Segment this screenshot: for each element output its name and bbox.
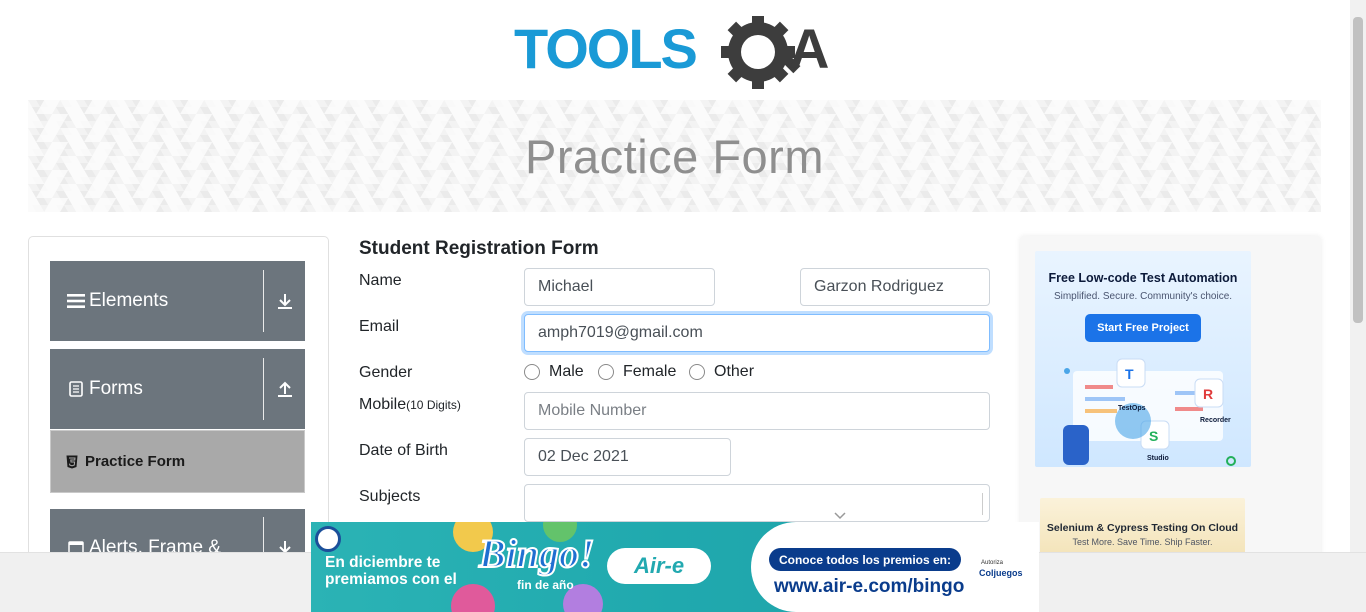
svg-text:A: A xyxy=(789,17,829,80)
svg-text:R: R xyxy=(1203,386,1213,402)
start-free-project-button[interactable]: Start Free Project xyxy=(1085,314,1201,342)
gender-radio-female[interactable]: Female xyxy=(598,363,676,381)
name-label: Name xyxy=(359,272,402,289)
air-e-logo: Air-e xyxy=(607,548,711,584)
radio-circle[interactable] xyxy=(689,364,705,380)
right-ad-column: Free Low-code Test Automation Simplified… xyxy=(1020,236,1321,566)
date-of-birth-input[interactable] xyxy=(524,438,731,476)
mobile-input[interactable] xyxy=(524,392,990,430)
last-name-input[interactable] xyxy=(800,268,990,306)
ad-subtitle: Simplified. Secure. Community's choice. xyxy=(1053,291,1233,302)
ad-tag: TestOps xyxy=(1118,405,1146,412)
svg-text:S: S xyxy=(1149,428,1158,444)
radio-label: Other xyxy=(714,363,755,380)
page-banner: Practice Form xyxy=(28,100,1321,212)
svg-text:TOOLS: TOOLS xyxy=(514,17,697,80)
sidebar: Elements Forms Practice Form Alerts, Fra… xyxy=(28,236,329,566)
separator xyxy=(982,493,983,515)
sidebar-item-practice-form[interactable]: Practice Form xyxy=(50,430,305,493)
mobile-hint: (10 Digits) xyxy=(406,398,461,412)
ad-cta: Conoce todos los premios en: xyxy=(769,548,961,571)
scrollbar-thumb[interactable] xyxy=(1353,17,1363,323)
download-arrow-icon[interactable] xyxy=(264,292,305,310)
gender-radio-male[interactable]: Male xyxy=(524,363,584,381)
ad-subtitle: Test More. Save Time. Ship Faster. xyxy=(1072,537,1213,547)
upload-arrow-icon[interactable] xyxy=(264,380,305,398)
page-title: Practice Form xyxy=(525,129,824,183)
hamburger-icon xyxy=(66,293,86,309)
ad-title: Selenium & Cypress Testing On Cloud xyxy=(1046,522,1239,534)
page-scrollbar[interactable] xyxy=(1350,0,1366,552)
selenium-cypress-ad[interactable]: Selenium & Cypress Testing On Cloud Test… xyxy=(1040,498,1245,558)
first-name-input[interactable] xyxy=(524,268,715,306)
email-label: Email xyxy=(359,318,400,335)
gender-label: Gender xyxy=(359,364,413,381)
test-automation-ad[interactable]: Free Low-code Test Automation Simplified… xyxy=(1035,251,1251,467)
radio-label: Female xyxy=(623,363,677,380)
ad-url[interactable]: www.air-e.com/bingo xyxy=(774,576,964,598)
radio-label: Male xyxy=(549,363,584,380)
sidebar-item-label: Practice Form xyxy=(85,453,186,470)
radio-circle[interactable] xyxy=(524,364,540,380)
bingo-ball-icon xyxy=(451,584,495,612)
subjects-input[interactable] xyxy=(524,484,990,522)
coljuegos-logo: Coljuegos xyxy=(979,568,1023,578)
gender-radio-other[interactable]: Other xyxy=(689,363,754,381)
ad-title: Free Low-code Test Automation xyxy=(1048,271,1238,285)
sidebar-group-elements[interactable]: Elements xyxy=(50,261,305,341)
dob-label: Date of Birth xyxy=(359,442,448,459)
sidebar-group-label: Elements xyxy=(89,290,169,311)
html5-icon xyxy=(65,455,79,469)
sidebar-group-label: Forms xyxy=(89,378,143,399)
mobile-label-text: Mobile xyxy=(359,396,407,413)
ad-emblem-icon xyxy=(315,526,341,552)
svg-text:T: T xyxy=(1125,366,1134,382)
subjects-label: Subjects xyxy=(359,488,421,505)
document-icon xyxy=(66,381,86,397)
ad-headline: En diciembre te premiamos con el xyxy=(325,554,457,588)
bingo-ad-banner[interactable]: En diciembre te premiamos con el Bingo! … xyxy=(311,522,1039,612)
radio-circle[interactable] xyxy=(598,364,614,380)
ad-tag: Recorder xyxy=(1200,417,1231,424)
form-title: Student Registration Form xyxy=(359,238,599,259)
bingo-word: Bingo! xyxy=(478,530,596,577)
toolsqa-logo[interactable]: TOOLS A xyxy=(514,15,844,92)
email-input[interactable] xyxy=(524,314,990,352)
sidebar-group-forms[interactable]: Forms xyxy=(50,349,305,429)
page: TOOLS A Practice Form Elements Forms Pra… xyxy=(0,0,1366,612)
mobile-label: Mobile(10 Digits) xyxy=(359,396,461,414)
ad-tag: Studio xyxy=(1147,455,1169,462)
bingo-subtitle: fin de año xyxy=(517,578,574,592)
ad-auth-label: Autoriza xyxy=(981,560,1004,566)
